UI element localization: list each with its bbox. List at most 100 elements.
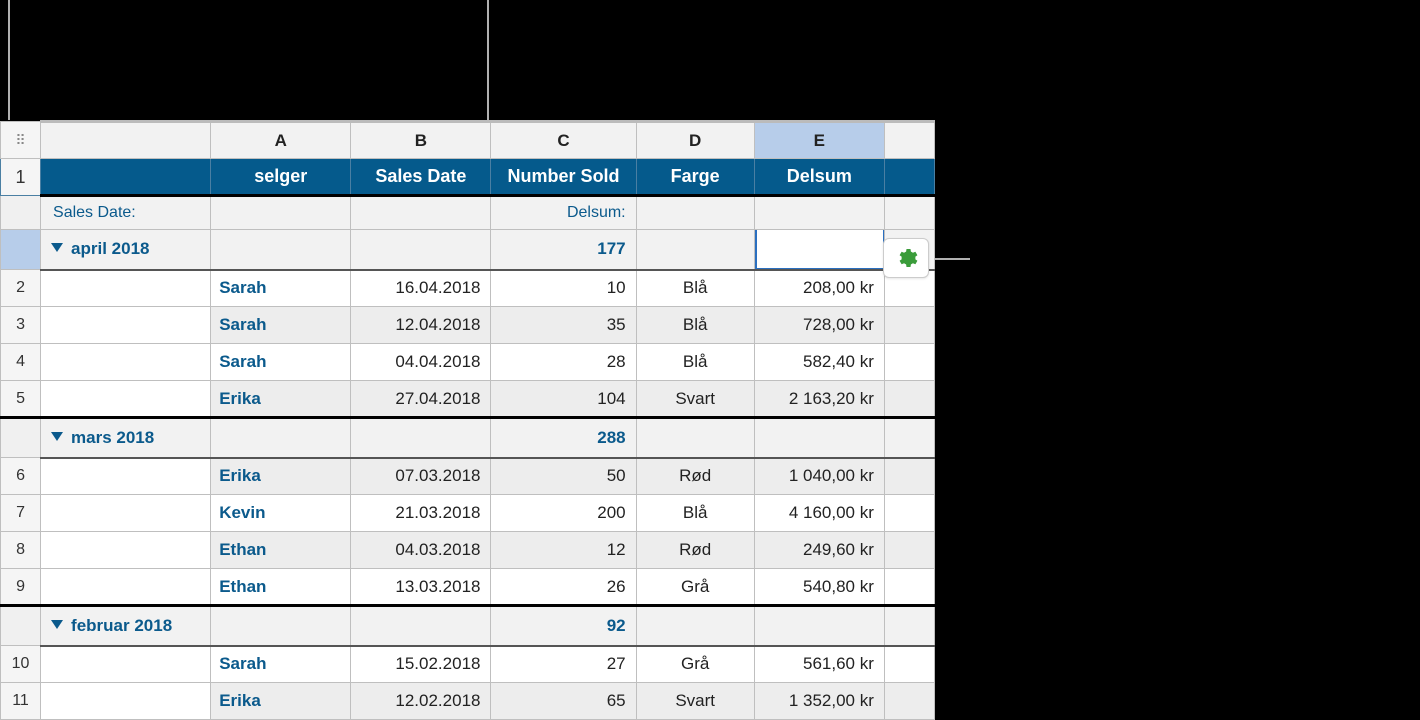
row-number[interactable]: 4 [1, 344, 41, 381]
group-toggle[interactable]: mars 2018 [41, 418, 211, 458]
summary-cell[interactable] [636, 606, 754, 646]
cell-date[interactable]: 04.04.2018 [351, 344, 491, 381]
cell-subtotal[interactable]: 1 040,00 kr [754, 458, 884, 495]
summary-cell[interactable] [211, 418, 351, 458]
cell-date[interactable]: 13.03.2018 [351, 569, 491, 606]
row-number[interactable]: 3 [1, 307, 41, 344]
column-header-e[interactable]: E [754, 122, 884, 159]
empty-cell[interactable] [754, 196, 884, 230]
column-header-c[interactable]: C [491, 122, 636, 159]
cell-number-sold[interactable]: 28 [491, 344, 636, 381]
row-number[interactable]: 6 [1, 458, 41, 495]
cell-color[interactable]: Svart [636, 381, 754, 418]
group-subtotal-number[interactable]: 92 [491, 606, 636, 646]
cell-color[interactable]: Rød [636, 532, 754, 569]
row-number[interactable]: 11 [1, 683, 41, 720]
column-header-tail[interactable] [884, 122, 934, 159]
group-spacer-cell[interactable] [41, 683, 211, 720]
summary-cell[interactable] [351, 418, 491, 458]
group-spacer-cell[interactable] [41, 270, 211, 307]
row-number[interactable] [1, 606, 41, 646]
summary-cell[interactable] [211, 606, 351, 646]
summary-cell[interactable] [636, 230, 754, 270]
cell-number-sold[interactable]: 200 [491, 495, 636, 532]
row-number[interactable]: 8 [1, 532, 41, 569]
header-cell-seller[interactable]: selger [211, 159, 351, 196]
group-spacer-cell[interactable] [41, 646, 211, 683]
cell-date[interactable]: 16.04.2018 [351, 270, 491, 307]
row-number[interactable]: 9 [1, 569, 41, 606]
cell-number-sold[interactable]: 26 [491, 569, 636, 606]
cell-color[interactable]: Grå [636, 569, 754, 606]
cell-number-sold[interactable]: 35 [491, 307, 636, 344]
cell-subtotal[interactable]: 582,40 kr [754, 344, 884, 381]
cell-tail[interactable] [884, 569, 934, 606]
summary-cell[interactable] [754, 418, 884, 458]
summary-cell[interactable] [754, 606, 884, 646]
cell-seller[interactable]: Sarah [211, 344, 351, 381]
cell-number-sold[interactable]: 65 [491, 683, 636, 720]
group-toggle[interactable]: februar 2018 [41, 606, 211, 646]
cell-subtotal[interactable]: 2 163,20 kr [754, 381, 884, 418]
summary-action-button[interactable] [883, 238, 929, 278]
table-drag-handle[interactable]: ⠿ [1, 122, 41, 159]
cell-tail[interactable] [884, 646, 934, 683]
summary-cell[interactable] [211, 230, 351, 270]
group-subtotal-number[interactable]: 177 [491, 230, 636, 270]
cell-color[interactable]: Rød [636, 458, 754, 495]
cell-seller[interactable]: Erika [211, 381, 351, 418]
cell-color[interactable]: Blå [636, 344, 754, 381]
row-number[interactable]: 1 [1, 159, 41, 196]
cell-color[interactable]: Blå [636, 270, 754, 307]
empty-cell[interactable] [351, 196, 491, 230]
summary-cell[interactable] [884, 418, 934, 458]
cell-tail[interactable] [884, 381, 934, 418]
row-number[interactable] [1, 418, 41, 458]
cell-seller[interactable]: Sarah [211, 270, 351, 307]
cell-tail[interactable] [884, 307, 934, 344]
cell-tail[interactable] [884, 683, 934, 720]
group-spacer-cell[interactable] [41, 569, 211, 606]
cell-seller[interactable]: Sarah [211, 307, 351, 344]
cell-tail[interactable] [884, 495, 934, 532]
summary-cell[interactable] [351, 230, 491, 270]
cell-seller[interactable]: Erika [211, 458, 351, 495]
cell-tail[interactable] [884, 344, 934, 381]
cell-subtotal[interactable]: 728,00 kr [754, 307, 884, 344]
cell-subtotal[interactable]: 1 352,00 kr [754, 683, 884, 720]
cell-color[interactable]: Grå [636, 646, 754, 683]
cell-subtotal[interactable]: 4 160,00 kr [754, 495, 884, 532]
column-header-d[interactable]: D [636, 122, 754, 159]
cell-subtotal[interactable]: 208,00 kr [754, 270, 884, 307]
cell-date[interactable]: 07.03.2018 [351, 458, 491, 495]
cell-subtotal[interactable]: 249,60 kr [754, 532, 884, 569]
cell-date[interactable]: 12.02.2018 [351, 683, 491, 720]
summary-cell[interactable] [351, 606, 491, 646]
cell-number-sold[interactable]: 50 [491, 458, 636, 495]
cell-color[interactable]: Blå [636, 307, 754, 344]
cell-subtotal[interactable]: 561,60 kr [754, 646, 884, 683]
header-cell-tail[interactable] [884, 159, 934, 196]
empty-cell[interactable] [211, 196, 351, 230]
empty-cell[interactable] [884, 196, 934, 230]
group-spacer-cell[interactable] [41, 458, 211, 495]
header-cell-salesdate[interactable]: Sales Date [351, 159, 491, 196]
row-number[interactable]: 5 [1, 381, 41, 418]
cell-seller[interactable]: Ethan [211, 569, 351, 606]
cell-date[interactable]: 27.04.2018 [351, 381, 491, 418]
group-spacer-cell[interactable] [41, 307, 211, 344]
column-header-b[interactable]: B [351, 122, 491, 159]
cell-tail[interactable] [884, 458, 934, 495]
cell-date[interactable]: 12.04.2018 [351, 307, 491, 344]
cell-date[interactable]: 04.03.2018 [351, 532, 491, 569]
cell-number-sold[interactable]: 10 [491, 270, 636, 307]
row-number[interactable]: 7 [1, 495, 41, 532]
cell-date[interactable]: 15.02.2018 [351, 646, 491, 683]
header-cell-color[interactable]: Farge [636, 159, 754, 196]
cell-seller[interactable]: Erika [211, 683, 351, 720]
cell-tail[interactable] [884, 532, 934, 569]
column-header-a[interactable]: A [211, 122, 351, 159]
cell-seller[interactable]: Kevin [211, 495, 351, 532]
column-header-group[interactable] [41, 122, 211, 159]
empty-cell[interactable] [636, 196, 754, 230]
